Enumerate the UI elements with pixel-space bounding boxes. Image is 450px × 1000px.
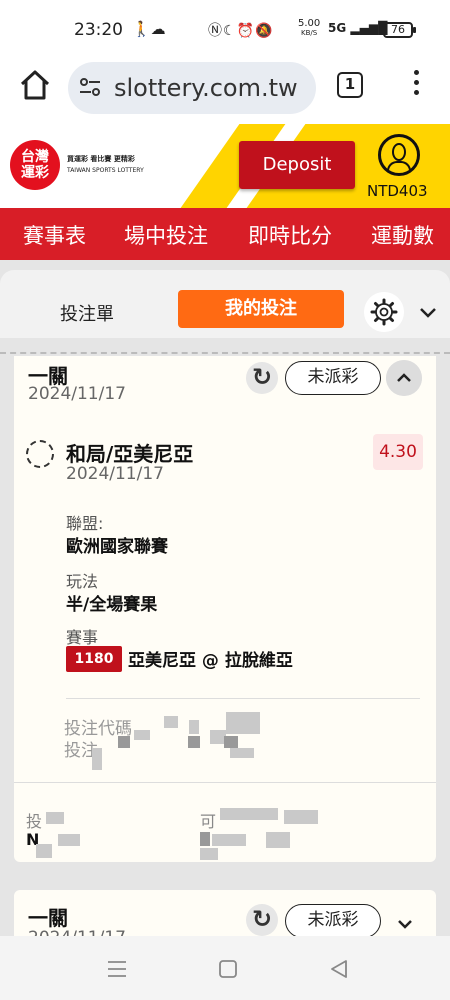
bet-panel: 投注單 我的投注 一關 2024/11/17 ↻ 未派彩 和局/亞美尼亞 202… (0, 260, 450, 936)
main-nav: 賽事表 場中投注 即時比分 運動數 (0, 208, 450, 260)
selection-radio[interactable] (26, 440, 54, 468)
home-icon[interactable] (18, 68, 52, 102)
bet-date: 2024/11/17 (28, 384, 126, 404)
perforation-line (0, 344, 450, 354)
account-balance: NTD403 (367, 182, 428, 200)
odds-badge: 4.30 (373, 434, 423, 470)
deposit-button[interactable]: Deposit (239, 141, 355, 189)
tab-switcher-button[interactable]: 1 (337, 72, 363, 98)
status-badge: 未派彩 (285, 904, 381, 936)
match-name: 亞美尼亞 @ 拉脫維亞 (128, 651, 293, 671)
nav-item-schedule[interactable]: 賽事表 (23, 220, 86, 250)
battery-icon: 76 (383, 22, 416, 38)
address-bar[interactable]: slottery.com.tw (68, 62, 316, 114)
home-nav-icon[interactable] (217, 958, 239, 980)
logo-tagline: 買運彩 看比賽 更精彩 TAIWAN SPORTS LOTTERY (67, 155, 144, 174)
refresh-icon[interactable]: ↻ (246, 362, 278, 394)
bet-date: 2024/11/17 (28, 928, 126, 936)
browser-toolbar: slottery.com.tw 1 (0, 58, 450, 122)
site-header: 台灣 運彩 買運彩 看比賽 更精彩 TAIWAN SPORTS LOTTERY De… (0, 124, 450, 208)
account-icon[interactable] (378, 134, 420, 176)
status-badge: 未派彩 (285, 361, 381, 395)
chevron-up-icon[interactable] (386, 360, 422, 396)
nav-item-live-betting[interactable]: 場中投注 (124, 220, 208, 250)
chevron-down-icon[interactable] (418, 302, 438, 322)
refresh-icon[interactable]: ↻ (246, 904, 278, 936)
system-nav-bar (0, 936, 450, 1000)
back-icon[interactable] (328, 958, 350, 980)
tab-bet-slip[interactable]: 投注單 (60, 300, 114, 326)
event-label: 賽事 (66, 628, 99, 647)
status-icons: Ⓝ☾⏰🔕 (208, 23, 274, 39)
nav-item-live-scores[interactable]: 即時比分 (248, 220, 332, 250)
tab-my-bets[interactable]: 我的投注 (178, 290, 344, 328)
network-indicator: 5G ▂▄▆█ (328, 21, 388, 35)
selection-name: 和局/亞美尼亞 (66, 442, 194, 466)
bet-card: 一關 2024/11/17 ↻ 未派彩 和局/亞美尼亞 2024/11/17 4… (0, 352, 450, 862)
url-text: slottery.com.tw (114, 74, 298, 102)
activity-icon: 🚶☁ (132, 20, 166, 38)
market-value: 半/全場賽果 (66, 595, 158, 615)
bet-tabs: 投注單 我的投注 (0, 270, 450, 338)
status-time: 23:20 (74, 20, 123, 40)
gear-icon[interactable] (364, 292, 404, 332)
market-label: 玩法 (66, 572, 99, 591)
recent-apps-icon[interactable] (106, 958, 128, 980)
league-value: 歐洲國家聯賽 (66, 537, 168, 557)
stake-label: 投 (26, 812, 43, 831)
bet-card: 一關 2024/11/17 ↻ 未派彩 (14, 890, 436, 936)
browser-menu-icon[interactable] (408, 70, 424, 100)
selection-date: 2024/11/17 (66, 464, 164, 484)
chevron-down-icon[interactable] (395, 914, 415, 934)
site-logo[interactable]: 台灣 運彩 (10, 140, 60, 190)
status-bar: 23:20 🚶☁ Ⓝ☾⏰🔕 5.00 KB/S 5G ▂▄▆█ 76 (0, 0, 450, 58)
divider (66, 698, 420, 699)
bet-type: 一關 (28, 906, 68, 930)
payout-label: 可 (200, 812, 217, 831)
site-settings-icon[interactable] (78, 77, 102, 97)
nav-item-sports-data[interactable]: 運動數 (371, 220, 434, 250)
net-speed: 5.00 KB/S (298, 18, 321, 38)
league-label: 聯盟: (66, 514, 104, 533)
match-id-badge: 1180 (66, 646, 122, 672)
card-footer-divider (14, 782, 436, 783)
